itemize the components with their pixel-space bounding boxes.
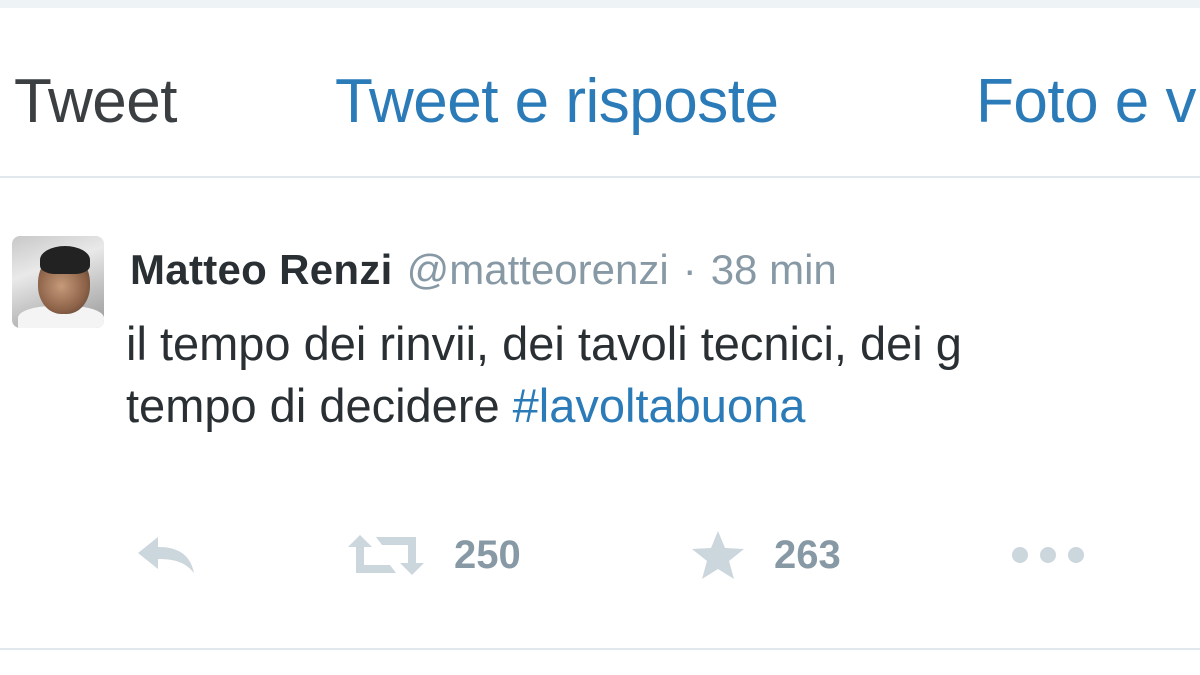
tweet-divider [0, 648, 1200, 650]
tweet-text-line-2: tempo di decidere #lavoltabuona [126, 376, 1200, 438]
author-name[interactable]: Matteo Renzi [130, 246, 393, 293]
hashtag-link[interactable]: #lavoltabuona [513, 379, 806, 432]
retweet-icon [348, 535, 424, 575]
retweet-count: 250 [454, 532, 521, 577]
tweet-text-line-1: il tempo dei rinvii, dei tavoli tecnici,… [126, 317, 962, 370]
tweet-text: il tempo dei rinvii, dei tavoli tecnici,… [126, 314, 1200, 438]
tab-tweet[interactable]: Tweet [14, 66, 177, 138]
author-handle[interactable]: @matteorenzi [407, 246, 669, 293]
tab-photos-videos[interactable]: Foto e v [976, 66, 1197, 138]
star-icon [692, 531, 744, 579]
avatar[interactable] [12, 236, 104, 328]
tweet-timestamp[interactable]: 38 min [711, 246, 837, 293]
avatar-hair-shape [40, 246, 90, 274]
tweet-header: Matteo Renzi @matteorenzi · 38 min [130, 242, 837, 298]
more-icon [1012, 547, 1084, 563]
header-separator: · [682, 246, 697, 293]
more-button[interactable] [1008, 520, 1088, 590]
reply-button[interactable] [134, 520, 198, 590]
retweet-button[interactable]: 250 [346, 520, 521, 590]
favorite-count: 263 [774, 532, 841, 577]
profile-timeline: Tweet Tweet e risposte Foto e v Matteo R… [0, 0, 1200, 675]
tweet-text-line-2-body: tempo di decidere [126, 379, 513, 432]
reply-icon [138, 537, 194, 573]
profile-tabs: Tweet Tweet e risposte Foto e v [0, 0, 1200, 178]
favorite-button[interactable]: 263 [690, 520, 841, 590]
tab-tweet-replies[interactable]: Tweet e risposte [335, 66, 779, 138]
tweet-actions: 250 263 [0, 520, 1200, 590]
